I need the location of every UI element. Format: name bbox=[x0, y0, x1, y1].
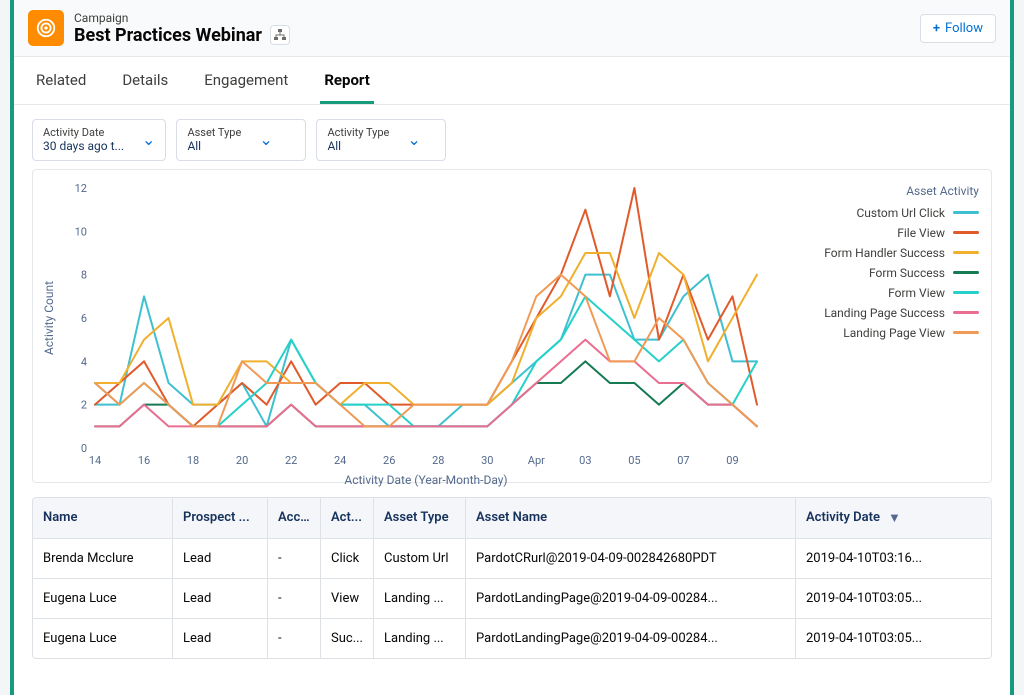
col-asset_type[interactable]: Asset Type bbox=[374, 498, 466, 538]
cell-asset_name: PardotLandingPage@2019-04-09-00284... bbox=[466, 579, 796, 618]
svg-text:22: 22 bbox=[285, 454, 297, 467]
tab-related[interactable]: Related bbox=[32, 57, 90, 104]
cell-date: 2019-04-10T03:16... bbox=[796, 539, 991, 578]
activity-chart: 024681012Activity Count14161820222426283… bbox=[37, 178, 767, 478]
svg-text:28: 28 bbox=[432, 454, 444, 467]
svg-text:6: 6 bbox=[81, 312, 87, 325]
legend-title: Asset Activity bbox=[779, 184, 979, 198]
filter-bar: Activity Date30 days ago t...⌄Asset Type… bbox=[32, 119, 992, 161]
legend-item[interactable]: Form Success bbox=[779, 266, 979, 280]
cell-prospect: Lead bbox=[173, 619, 268, 658]
record-header: Campaign Best Practices Webinar + Follow bbox=[14, 0, 1010, 57]
plus-icon: + bbox=[933, 21, 940, 36]
activity-table: NameProspect ...Acc...Act...Asset TypeAs… bbox=[32, 497, 992, 659]
chart-legend: Asset Activity Custom Url Click File View… bbox=[779, 178, 979, 478]
svg-text:05: 05 bbox=[628, 454, 640, 467]
svg-text:03: 03 bbox=[579, 454, 591, 467]
svg-text:30: 30 bbox=[481, 454, 493, 467]
record-type: Campaign bbox=[74, 11, 290, 25]
cell-name: Eugena Luce bbox=[33, 579, 173, 618]
legend-item[interactable]: Form View bbox=[779, 286, 979, 300]
legend-item[interactable]: Landing Page Success bbox=[779, 306, 979, 320]
campaign-icon bbox=[28, 10, 64, 46]
svg-text:18: 18 bbox=[187, 454, 199, 467]
col-name[interactable]: Name bbox=[33, 498, 173, 538]
svg-text:26: 26 bbox=[383, 454, 395, 467]
col-asset_name[interactable]: Asset Name bbox=[466, 498, 796, 538]
svg-text:12: 12 bbox=[75, 182, 87, 195]
legend-item[interactable]: Landing Page View bbox=[779, 326, 979, 340]
table-header-row: NameProspect ...Acc...Act...Asset TypeAs… bbox=[33, 498, 991, 539]
svg-text:0: 0 bbox=[81, 442, 87, 455]
cell-asset_type: Custom Url bbox=[374, 539, 466, 578]
cell-name: Eugena Luce bbox=[33, 619, 173, 658]
cell-acc: - bbox=[268, 539, 321, 578]
cell-acc: - bbox=[268, 579, 321, 618]
filter-0[interactable]: Activity Date30 days ago t...⌄ bbox=[32, 119, 166, 161]
table-row[interactable]: Brenda McclureLead-ClickCustom UrlPardot… bbox=[33, 539, 991, 579]
filter-1[interactable]: Asset TypeAll⌄ bbox=[176, 119, 306, 161]
chevron-down-icon: ⌄ bbox=[259, 130, 272, 149]
cell-date: 2019-04-10T03:05... bbox=[796, 619, 991, 658]
svg-text:09: 09 bbox=[726, 454, 738, 467]
svg-text:2: 2 bbox=[81, 398, 87, 411]
sort-desc-icon: ▼ bbox=[888, 510, 901, 526]
table-row[interactable]: Eugena LuceLead-ViewLanding ...PardotLan… bbox=[33, 579, 991, 619]
cell-asset_type: Landing ... bbox=[374, 619, 466, 658]
cell-asset_name: PardotLandingPage@2019-04-09-00284... bbox=[466, 619, 796, 658]
cell-act: View bbox=[321, 579, 374, 618]
cell-asset_type: Landing ... bbox=[374, 579, 466, 618]
svg-text:Apr: Apr bbox=[528, 454, 545, 467]
follow-button[interactable]: + Follow bbox=[920, 14, 996, 43]
svg-text:24: 24 bbox=[334, 454, 346, 467]
col-prospect[interactable]: Prospect ... bbox=[173, 498, 268, 538]
record-title-text: Best Practices Webinar bbox=[74, 25, 262, 46]
cell-prospect: Lead bbox=[173, 579, 268, 618]
chart-card: 024681012Activity Count14161820222426283… bbox=[32, 169, 992, 483]
follow-label: Follow bbox=[945, 21, 983, 36]
svg-text:Activity Count: Activity Count bbox=[42, 280, 56, 354]
cell-prospect: Lead bbox=[173, 539, 268, 578]
svg-text:4: 4 bbox=[81, 355, 87, 368]
hierarchy-button[interactable] bbox=[270, 25, 290, 45]
svg-text:16: 16 bbox=[138, 454, 150, 467]
col-acc[interactable]: Acc... bbox=[268, 498, 321, 538]
legend-item[interactable]: File View bbox=[779, 226, 979, 240]
tabs: Related Details Engagement Report bbox=[14, 57, 1010, 105]
svg-text:14: 14 bbox=[89, 454, 101, 467]
cell-act: Suc... bbox=[321, 619, 374, 658]
cell-name: Brenda Mcclure bbox=[33, 539, 173, 578]
svg-text:10: 10 bbox=[75, 225, 87, 238]
svg-text:8: 8 bbox=[81, 268, 87, 281]
cell-asset_name: PardotCRurl@2019-04-09-002842680PDT bbox=[466, 539, 796, 578]
table-row[interactable]: Eugena LuceLead-Suc...Landing ...PardotL… bbox=[33, 619, 991, 658]
filter-2[interactable]: Activity TypeAll⌄ bbox=[316, 119, 446, 161]
tab-report[interactable]: Report bbox=[320, 57, 374, 104]
legend-item[interactable]: Form Handler Success bbox=[779, 246, 979, 260]
col-date[interactable]: Activity Date ▼ bbox=[796, 498, 991, 538]
svg-text:07: 07 bbox=[677, 454, 689, 467]
tab-engagement[interactable]: Engagement bbox=[200, 57, 292, 104]
legend-item[interactable]: Custom Url Click bbox=[779, 206, 979, 220]
col-act[interactable]: Act... bbox=[321, 498, 374, 538]
chevron-down-icon: ⌄ bbox=[407, 130, 420, 149]
svg-text:20: 20 bbox=[236, 454, 248, 467]
chevron-down-icon: ⌄ bbox=[142, 130, 155, 149]
record-title: Best Practices Webinar bbox=[74, 25, 290, 46]
tab-details[interactable]: Details bbox=[118, 57, 172, 104]
cell-acc: - bbox=[268, 619, 321, 658]
cell-act: Click bbox=[321, 539, 374, 578]
cell-date: 2019-04-10T03:05... bbox=[796, 579, 991, 618]
svg-text:Activity Date (Year-Month-Day): Activity Date (Year-Month-Day) bbox=[344, 473, 507, 487]
